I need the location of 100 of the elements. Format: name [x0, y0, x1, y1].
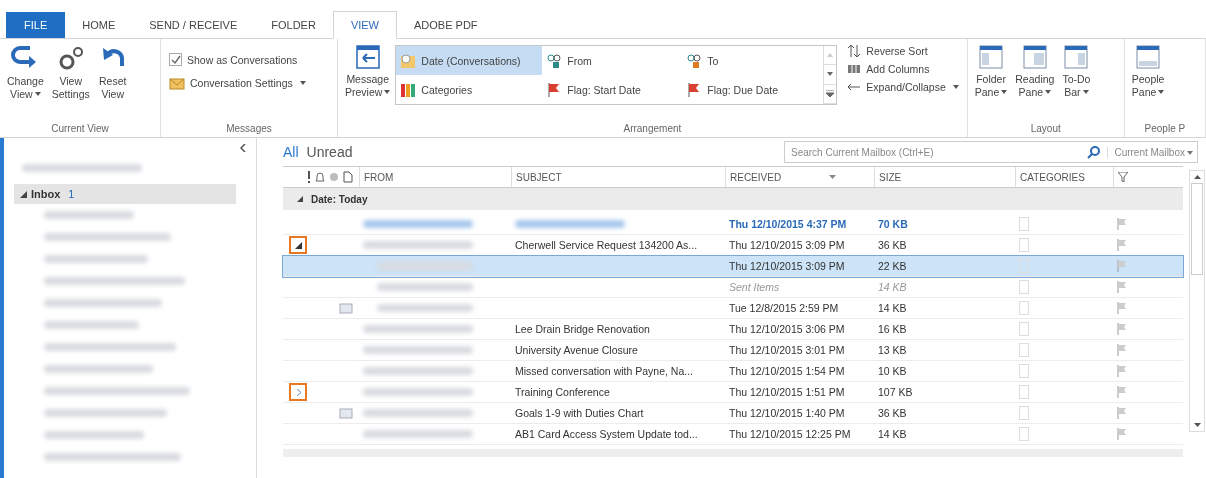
category-box[interactable]	[1019, 280, 1029, 294]
message-row[interactable]: Lee Drain Bridge Renovation Thu 12/10/2015 3:06 PM 16 KB	[283, 319, 1183, 340]
arrangement-option[interactable]: Flag: Due Date	[682, 75, 823, 104]
ribbon-button[interactable]: Expand/Collapse	[843, 78, 963, 96]
ribbon-button[interactable]: View Settings	[48, 42, 93, 103]
group-label: Layout	[1029, 123, 1062, 136]
column-header[interactable]: CATEGORIES	[1015, 167, 1113, 187]
message-row[interactable]: Training Conference Thu 12/10/2015 1:51 PM 107 KB	[283, 382, 1183, 403]
ribbon-button[interactable]: Reverse Sort	[843, 42, 963, 60]
group-header[interactable]: Date: Today	[283, 188, 1183, 210]
received-text: Thu 12/10/2015 1:54 PM	[729, 365, 845, 377]
checkmark-icon	[170, 54, 181, 65]
caret-icon	[384, 89, 391, 94]
categories-icon	[400, 81, 417, 98]
ribbon-tab[interactable]: SEND / RECEIVE	[132, 12, 255, 38]
received-text: Thu 12/10/2015 1:40 PM	[729, 407, 845, 419]
filter-icon	[1118, 172, 1128, 182]
column-header[interactable]: FROM	[359, 167, 511, 187]
envelope-icon	[339, 407, 353, 419]
ribbon-button[interactable]: Reset View	[94, 42, 131, 103]
ribbon-button[interactable]: To-Do Bar	[1059, 42, 1094, 101]
received-text: Thu 12/10/2015 12:25 PM	[729, 428, 851, 440]
arrangement-option[interactable]: Date (Conversations)	[396, 46, 543, 75]
flag-icon	[1117, 407, 1127, 419]
document-icon	[343, 171, 353, 183]
scroll-down-icon[interactable]	[1193, 423, 1201, 427]
ribbon-button[interactable]: Add Columns	[843, 60, 963, 78]
collapse-pane-icon	[240, 144, 246, 152]
ribbon-tab[interactable]: VIEW	[332, 11, 397, 39]
category-box[interactable]	[1019, 385, 1029, 399]
ribbon-tab[interactable]: HOME	[65, 12, 133, 38]
group-label: Messages	[225, 123, 273, 136]
column-header[interactable]: SIZE	[874, 167, 1015, 187]
subject-text: Missed conversation with Payne, Na...	[515, 365, 693, 377]
caret-icon	[1187, 150, 1193, 155]
message-row[interactable]: Thu 12/10/2015 3:09 PM 22 KB	[283, 256, 1183, 277]
category-box[interactable]	[1019, 343, 1029, 357]
message-row[interactable]: AB1 Card Access System Update tod... Thu 12/10/2015 12:25 PM 14 KB	[283, 424, 1183, 445]
ribbon-button[interactable]: Message Preview	[342, 42, 394, 101]
more-icon[interactable]	[826, 90, 835, 98]
message-row[interactable]: Missed conversation with Payne, Na... Thu 12/10/2015 1:54 PM 10 KB	[283, 361, 1183, 382]
folder-item[interactable]: Inbox 1	[14, 184, 236, 204]
size-text: 36 KB	[878, 239, 907, 251]
ribbon-button[interactable]: Folder Pane	[971, 42, 1011, 101]
people-icon	[546, 52, 563, 69]
file-tab[interactable]: FILE	[6, 12, 66, 38]
category-box[interactable]	[1019, 406, 1029, 420]
column-header[interactable]: SUBJECT	[511, 167, 725, 187]
size-text: 13 KB	[878, 344, 907, 356]
checkbox[interactable]: Show as Conversations	[165, 50, 302, 69]
pane-layout-icon	[978, 44, 1004, 70]
pane-layout-icon	[1021, 44, 1048, 70]
message-row[interactable]: University Avenue Closure Thu 12/10/2015 3:01 PM 13 KB	[283, 340, 1183, 361]
scroll-up-icon[interactable]	[1193, 175, 1201, 179]
subject-text: Goals 1-9 with Duties Chart	[515, 407, 644, 419]
column-header[interactable]: RECEIVED	[725, 167, 874, 187]
envelope-icon	[339, 302, 353, 314]
pane-layout-icon	[1063, 44, 1090, 70]
arrangement-option[interactable]: Flag: Start Date	[542, 75, 683, 104]
ribbon-button[interactable]: People Pane	[1128, 42, 1168, 101]
arrangement-option[interactable]: To	[682, 46, 823, 75]
category-box[interactable]	[1019, 427, 1029, 441]
category-box[interactable]	[1019, 238, 1029, 252]
ribbon-tab[interactable]: FOLDER	[254, 12, 333, 38]
category-box[interactable]	[1019, 364, 1029, 378]
ribbon-tab[interactable]: ADOBE PDF	[397, 12, 495, 38]
flag-icon	[1117, 386, 1127, 398]
received-text: Sent Items	[729, 281, 780, 293]
arrangement-option[interactable]: From	[542, 46, 683, 75]
filter-tab[interactable]: Unread	[306, 144, 353, 160]
flag-icon	[1117, 302, 1127, 314]
scope-dropdown[interactable]: Current Mailbox	[1107, 146, 1193, 158]
subject-text: Cherwell Service Request 134200 As...	[515, 239, 698, 251]
scrollbar[interactable]	[1189, 170, 1205, 432]
category-box[interactable]	[1019, 217, 1029, 231]
size-text: 36 KB	[878, 407, 907, 419]
ribbon-button[interactable]: Change View	[4, 42, 47, 103]
envelope-icon	[169, 76, 185, 90]
reminder-bell-icon	[315, 171, 325, 183]
message-row[interactable]: Tue 12/8/2015 2:59 PM 14 KB	[283, 298, 1183, 319]
importance-icon	[307, 171, 311, 183]
subject-text: Training Conference	[515, 386, 610, 398]
message-row[interactable]: Goals 1-9 with Duties Chart Thu 12/10/2015 1:40 PM 36 KB	[283, 403, 1183, 424]
subject-text: University Avenue Closure	[515, 344, 638, 356]
expand-arrow-icon[interactable]	[20, 190, 27, 198]
scroll-down-icon[interactable]	[827, 72, 834, 77]
category-box[interactable]	[1019, 322, 1029, 336]
category-box[interactable]	[1019, 301, 1029, 315]
ribbon-button[interactable]: Conversation Settings	[165, 73, 310, 93]
search-icon	[1087, 145, 1102, 159]
ribbon-button[interactable]: Reading Pane	[1012, 42, 1058, 101]
message-row[interactable]: Thu 12/10/2015 4:37 PM 70 KB	[283, 214, 1183, 235]
arrangement-option[interactable]: Categories	[396, 75, 543, 104]
filter-tab[interactable]: All	[283, 144, 299, 160]
flag-icon	[1117, 239, 1127, 251]
caret-icon	[1001, 89, 1008, 94]
size-text: 107 KB	[878, 386, 913, 398]
category-box[interactable]	[1019, 259, 1029, 273]
search-field[interactable]: Search Current Mailbox (Ctrl+E) Current Mailbox	[784, 141, 1198, 163]
expand-arrow-icon[interactable]	[297, 196, 303, 202]
